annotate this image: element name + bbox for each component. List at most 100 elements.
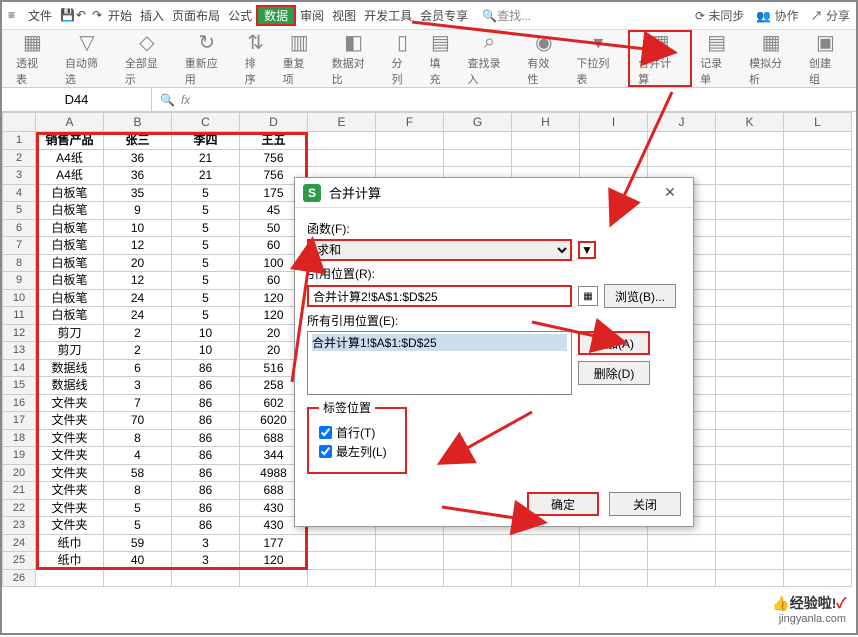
cell[interactable]: 文件夹 (36, 430, 104, 448)
cell[interactable] (716, 465, 784, 483)
cell[interactable] (240, 570, 308, 588)
cell[interactable]: 177 (240, 535, 308, 553)
tab-data[interactable]: 数据 (256, 5, 296, 26)
cell[interactable] (580, 570, 648, 588)
cell[interactable] (716, 430, 784, 448)
row-header[interactable]: 1 (2, 132, 36, 150)
cell[interactable] (716, 482, 784, 500)
browse-button[interactable]: 浏览(B)... (604, 284, 676, 308)
cell[interactable] (716, 412, 784, 430)
cell[interactable] (444, 570, 512, 588)
cell[interactable]: 10 (172, 325, 240, 343)
cell[interactable]: 86 (172, 482, 240, 500)
row-header[interactable]: 9 (2, 272, 36, 290)
row-header[interactable]: 20 (2, 465, 36, 483)
tab-dev[interactable]: 开发工具 (360, 7, 416, 24)
toolbar-模拟分析[interactable]: ▦模拟分析 (741, 30, 801, 87)
cell[interactable]: 3 (172, 535, 240, 553)
delete-button[interactable]: 删除(D) (578, 361, 650, 385)
cell[interactable] (784, 500, 852, 518)
top-row-checkbox[interactable]: 首行(T) (319, 424, 395, 441)
cell[interactable]: 文件夹 (36, 412, 104, 430)
toolbar-全部显示[interactable]: ◇全部显示 (117, 30, 177, 87)
row-header[interactable]: 16 (2, 395, 36, 413)
cell[interactable] (308, 535, 376, 553)
cell[interactable]: 36 (104, 167, 172, 185)
cell[interactable] (716, 202, 784, 220)
cell[interactable] (784, 360, 852, 378)
cell[interactable]: 36 (104, 150, 172, 168)
cell[interactable] (784, 552, 852, 570)
cell[interactable] (716, 377, 784, 395)
toolbar-记录单[interactable]: ▤记录单 (692, 30, 741, 87)
cell[interactable]: 白板笔 (36, 290, 104, 308)
cell[interactable] (308, 552, 376, 570)
select-all-corner[interactable] (2, 112, 36, 132)
cell[interactable] (716, 535, 784, 553)
cell[interactable] (716, 447, 784, 465)
toolbar-数据对比[interactable]: ◧数据对比 (324, 30, 384, 87)
cell[interactable] (308, 150, 376, 168)
cell[interactable]: 5 (104, 500, 172, 518)
toolbar-查找录入[interactable]: ⌕查找录入 (459, 30, 519, 87)
toolbar-分列[interactable]: ▯分列 (384, 30, 422, 87)
cell[interactable] (444, 535, 512, 553)
cell[interactable]: 756 (240, 150, 308, 168)
cell[interactable] (580, 150, 648, 168)
cell[interactable]: 3 (172, 552, 240, 570)
cell[interactable] (716, 220, 784, 238)
cell[interactable] (716, 290, 784, 308)
cell[interactable]: 24 (104, 290, 172, 308)
cell[interactable] (716, 185, 784, 203)
cell[interactable]: 86 (172, 377, 240, 395)
cell[interactable]: 张三 (104, 132, 172, 150)
cell[interactable] (784, 272, 852, 290)
cell[interactable]: 8 (104, 482, 172, 500)
status-sync[interactable]: ⟳ 未同步 (695, 7, 744, 24)
cell[interactable] (716, 342, 784, 360)
cell[interactable]: 5 (172, 202, 240, 220)
cell[interactable]: 王五 (240, 132, 308, 150)
left-col-checkbox[interactable]: 最左列(L) (319, 443, 395, 460)
cell[interactable] (716, 360, 784, 378)
toolbar-下拉列表[interactable]: ▾下拉列表 (568, 30, 628, 87)
close-button[interactable]: 关闭 (609, 492, 681, 516)
cell[interactable] (648, 552, 716, 570)
col-header-A[interactable]: A (36, 112, 104, 132)
toolbar-创建组[interactable]: ▣创建组 (801, 30, 850, 87)
toolbar-重新应用[interactable]: ↻重新应用 (177, 30, 237, 87)
cell[interactable] (784, 377, 852, 395)
row-header[interactable]: 17 (2, 412, 36, 430)
cell[interactable] (784, 517, 852, 535)
cell[interactable]: 5 (172, 255, 240, 273)
cell[interactable]: 2 (104, 325, 172, 343)
cell[interactable]: 20 (104, 255, 172, 273)
cell[interactable]: 10 (104, 220, 172, 238)
cell[interactable]: 86 (172, 412, 240, 430)
toolbar-自动筛选[interactable]: ▽自动筛选 (57, 30, 117, 87)
function-select[interactable]: 求和 (307, 239, 572, 261)
undo-icon[interactable]: ↶ (72, 8, 88, 24)
row-header[interactable]: 13 (2, 342, 36, 360)
cell[interactable] (308, 570, 376, 588)
row-header[interactable]: 10 (2, 290, 36, 308)
cell[interactable] (648, 570, 716, 588)
cell[interactable]: 21 (172, 167, 240, 185)
cell[interactable]: 2 (104, 342, 172, 360)
toolbar-重复项[interactable]: ▥重复项 (275, 30, 324, 87)
cell[interactable] (444, 552, 512, 570)
row-header[interactable]: 8 (2, 255, 36, 273)
cell[interactable]: 9 (104, 202, 172, 220)
cell[interactable]: 白板笔 (36, 237, 104, 255)
cell[interactable]: 12 (104, 272, 172, 290)
col-header-H[interactable]: H (512, 112, 580, 132)
col-header-L[interactable]: L (784, 112, 852, 132)
cell[interactable]: 86 (172, 517, 240, 535)
toolbar-合并计算[interactable]: ▦合并计算 (628, 30, 692, 87)
cell[interactable]: 5 (104, 517, 172, 535)
cell[interactable]: 86 (172, 447, 240, 465)
col-header-I[interactable]: I (580, 112, 648, 132)
cell[interactable]: 35 (104, 185, 172, 203)
tab-view[interactable]: 视图 (328, 7, 360, 24)
cell[interactable]: 5 (172, 290, 240, 308)
